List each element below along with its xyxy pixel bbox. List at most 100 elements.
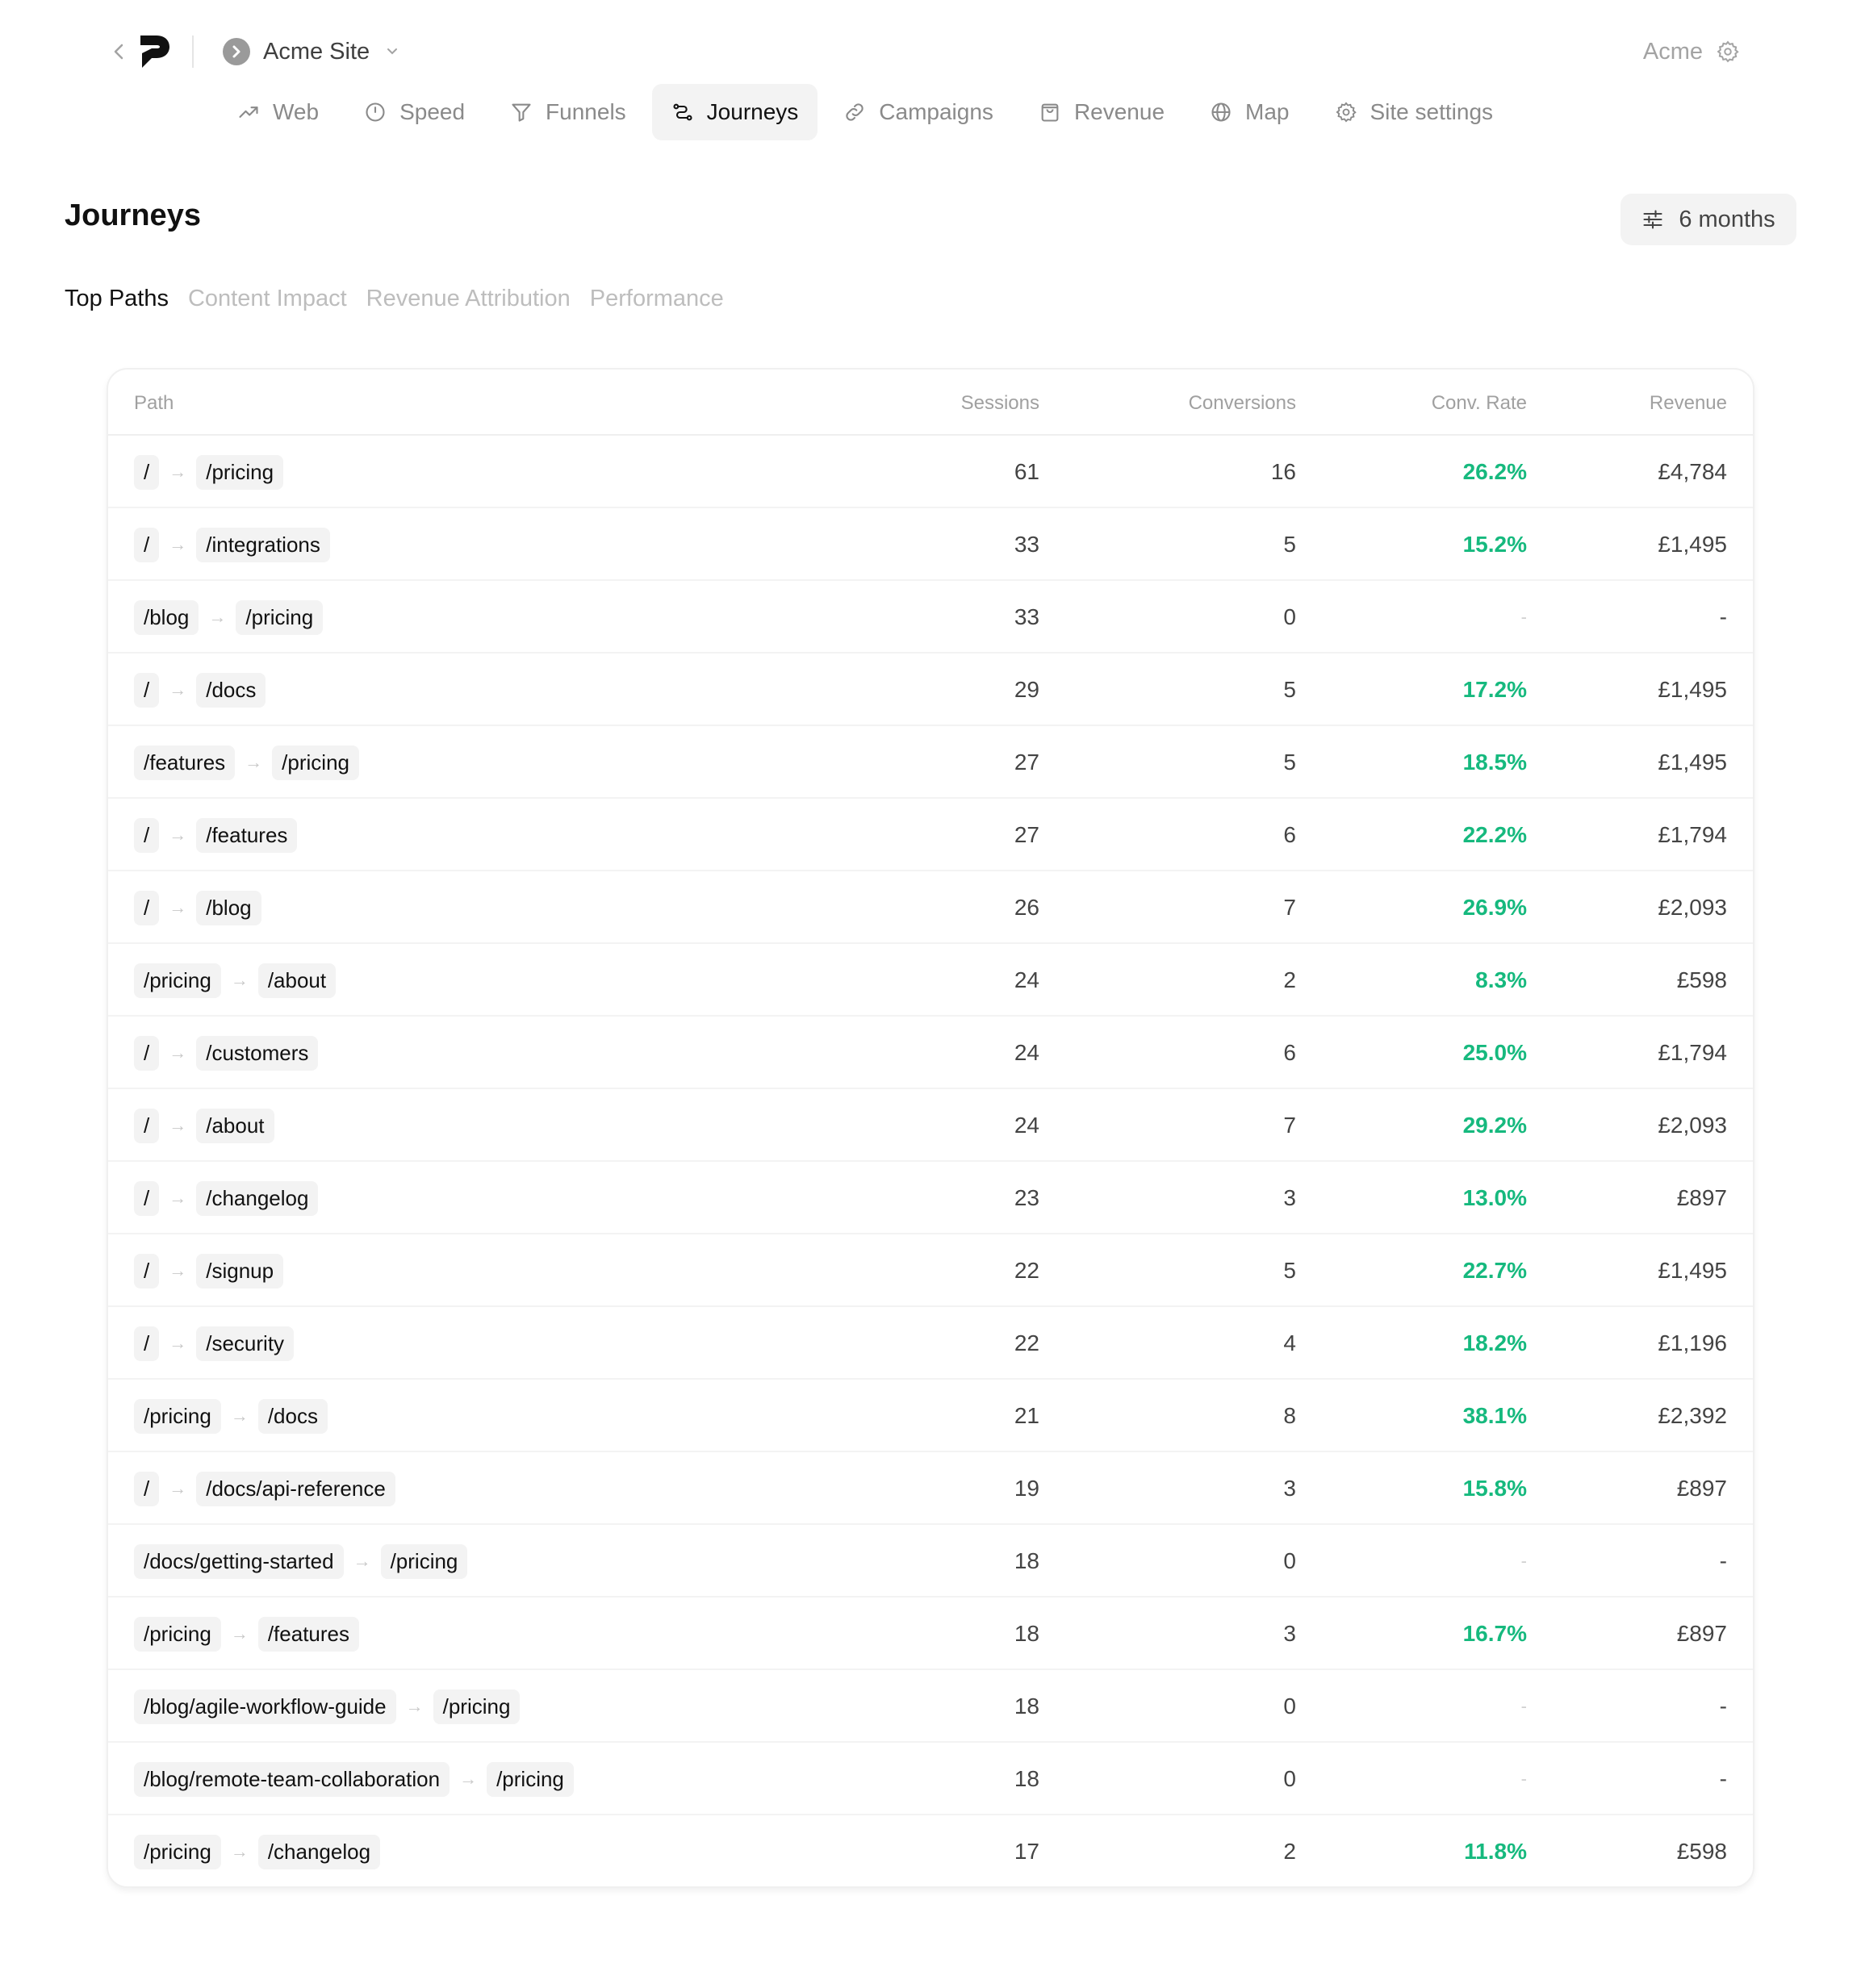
table-row[interactable]: / → /blog 26 7 26.9% £2,093 (108, 871, 1753, 944)
nav-tab-speed[interactable]: Speed (345, 84, 484, 140)
conversions-cell: 7 (1283, 1113, 1296, 1138)
path-to: /customers (196, 1035, 319, 1071)
path-from: / (134, 1471, 160, 1506)
table-row[interactable]: /pricing → /about 24 2 8.3% £598 (108, 944, 1753, 1017)
sessions-cell: 22 (1014, 1330, 1039, 1355)
conv-rate-cell: 25.0% (1462, 1040, 1527, 1065)
conv-rate-cell: 26.9% (1462, 895, 1527, 920)
sessions-cell: 24 (1014, 1040, 1039, 1065)
arrow-right-icon: → (169, 679, 187, 700)
gauge-icon (364, 101, 387, 123)
table-row[interactable]: /features → /pricing 27 5 18.5% £1,495 (108, 726, 1753, 799)
date-range-button[interactable]: 6 months (1621, 194, 1796, 245)
table-row[interactable]: / → /signup 22 5 22.7% £1,495 (108, 1234, 1753, 1307)
col-conv-rate[interactable]: Conv. Rate (1432, 392, 1527, 415)
sessions-cell: 18 (1014, 1766, 1039, 1791)
subtab-top-paths[interactable]: Top Paths (65, 286, 169, 312)
arrow-right-icon: → (405, 1696, 424, 1716)
sessions-cell: 29 (1014, 677, 1039, 702)
conv-rate-cell: 18.2% (1462, 1330, 1527, 1355)
arrow-right-icon: → (169, 534, 187, 554)
arrow-right-icon: → (169, 897, 187, 917)
conv-rate-cell: 13.0% (1462, 1185, 1527, 1210)
table-row[interactable]: /pricing → /changelog 17 2 11.8% £598 (108, 1815, 1753, 1886)
arrow-right-icon: → (230, 970, 249, 990)
table-row[interactable]: /blog/remote-team-collaboration → /pricing… (108, 1743, 1753, 1815)
table-row[interactable]: / → /docs/api-reference 19 3 15.8% £897 (108, 1452, 1753, 1525)
conv-rate-cell: 29.2% (1462, 1113, 1527, 1138)
arrow-right-icon: → (169, 1188, 187, 1208)
subtab-revenue-attribution[interactable]: Revenue Attribution (366, 286, 571, 312)
conv-rate-cell: - (1520, 607, 1527, 627)
table-row[interactable]: / → /changelog 23 3 13.0% £897 (108, 1162, 1753, 1234)
conv-rate-cell: 18.5% (1462, 750, 1527, 775)
conversions-cell: 3 (1283, 1185, 1296, 1210)
sliders-icon (1643, 210, 1662, 229)
path-to: /pricing (487, 1761, 574, 1797)
table-row[interactable]: / → /about 24 7 29.2% £2,093 (108, 1089, 1753, 1162)
path-cell: / → /about (134, 1089, 274, 1162)
table-row[interactable]: /blog → /pricing 33 0 - - (108, 581, 1753, 654)
nav-tab-label: Map (1245, 99, 1290, 124)
path-to: /about (196, 1108, 274, 1143)
table-row[interactable]: / → /security 22 4 18.2% £1,196 (108, 1307, 1753, 1380)
conversions-cell: 7 (1283, 895, 1296, 920)
revenue-cell: £598 (1676, 967, 1727, 992)
back-chevron-icon[interactable] (107, 37, 131, 66)
conversions-cell: 5 (1283, 677, 1296, 702)
col-path[interactable]: Path (134, 392, 174, 415)
shopping-bag-icon (1039, 101, 1061, 123)
site-switcher[interactable]: Acme Site (223, 32, 399, 71)
table-row[interactable]: /pricing → /features 18 3 16.7% £897 (108, 1598, 1753, 1670)
sessions-cell: 61 (1014, 459, 1039, 484)
nav-tab-campaigns[interactable]: Campaigns (824, 84, 1013, 140)
conv-rate-cell: 22.7% (1462, 1258, 1527, 1283)
date-range-label: 6 months (1679, 206, 1775, 232)
table-row[interactable]: / → /integrations 33 5 15.2% £1,495 (108, 508, 1753, 581)
arrow-right-icon: → (169, 1478, 187, 1498)
gear-icon (1335, 101, 1357, 123)
subtab-performance[interactable]: Performance (590, 286, 724, 312)
nav-tab-funnels[interactable]: Funnels (491, 84, 646, 140)
conv-rate-cell: 17.2% (1462, 677, 1527, 702)
conv-rate-cell: 11.8% (1464, 1839, 1527, 1864)
col-conversions[interactable]: Conversions (1189, 392, 1296, 415)
col-sessions[interactable]: Sessions (961, 392, 1039, 415)
table-row[interactable]: / → /pricing 61 16 26.2% £4,784 (108, 436, 1753, 508)
table-row[interactable]: / → /docs 29 5 17.2% £1,495 (108, 654, 1753, 726)
table-row[interactable]: / → /customers 24 6 25.0% £1,794 (108, 1017, 1753, 1089)
path-to: /about (257, 963, 337, 998)
account-name: Acme (1642, 38, 1703, 65)
app-logo[interactable] (139, 34, 171, 69)
nav-tab-web[interactable]: Web (218, 84, 338, 140)
table-row[interactable]: /docs/getting-started → /pricing 18 0 - - (108, 1525, 1753, 1598)
path-to: /integrations (196, 527, 330, 562)
conversions-cell: 5 (1283, 1258, 1296, 1283)
path-to: /security (196, 1326, 295, 1361)
conv-rate-cell: 8.3% (1475, 967, 1527, 992)
conv-rate-cell: 15.8% (1462, 1476, 1527, 1501)
subtab-content-impact[interactable]: Content Impact (188, 286, 347, 312)
chevron-down-icon (386, 44, 399, 61)
path-cell: /pricing → /features (134, 1598, 359, 1670)
nav-tab-revenue[interactable]: Revenue (1019, 84, 1184, 140)
table-row[interactable]: /pricing → /docs 21 8 38.1% £2,392 (108, 1380, 1753, 1452)
nav-tab-label: Journeys (706, 99, 799, 124)
table-row[interactable]: /blog/agile-workflow-guide → /pricing 18 0 - - (108, 1670, 1753, 1743)
gear-icon[interactable] (1716, 40, 1740, 64)
col-revenue[interactable]: Revenue (1650, 392, 1727, 415)
nav-tab-site-settings[interactable]: Site settings (1315, 84, 1513, 140)
account-menu[interactable]: Acme (1643, 32, 1740, 71)
conv-rate-cell: 22.2% (1462, 822, 1527, 847)
table-row[interactable]: / → /features 27 6 22.2% £1,794 (108, 799, 1753, 871)
revenue-cell: - (1719, 1548, 1727, 1573)
nav-tab-journeys[interactable]: Journeys (651, 84, 818, 140)
revenue-cell: £2,093 (1658, 1113, 1727, 1138)
path-cell: /pricing → /changelog (134, 1815, 381, 1886)
path-to: /changelog (257, 1834, 381, 1869)
path-to: /pricing (196, 454, 284, 490)
conversions-cell: 0 (1283, 1548, 1296, 1573)
nav-tab-map[interactable]: Map (1190, 84, 1308, 140)
arrow-right-icon: → (169, 1042, 187, 1063)
revenue-cell: - (1719, 604, 1727, 629)
